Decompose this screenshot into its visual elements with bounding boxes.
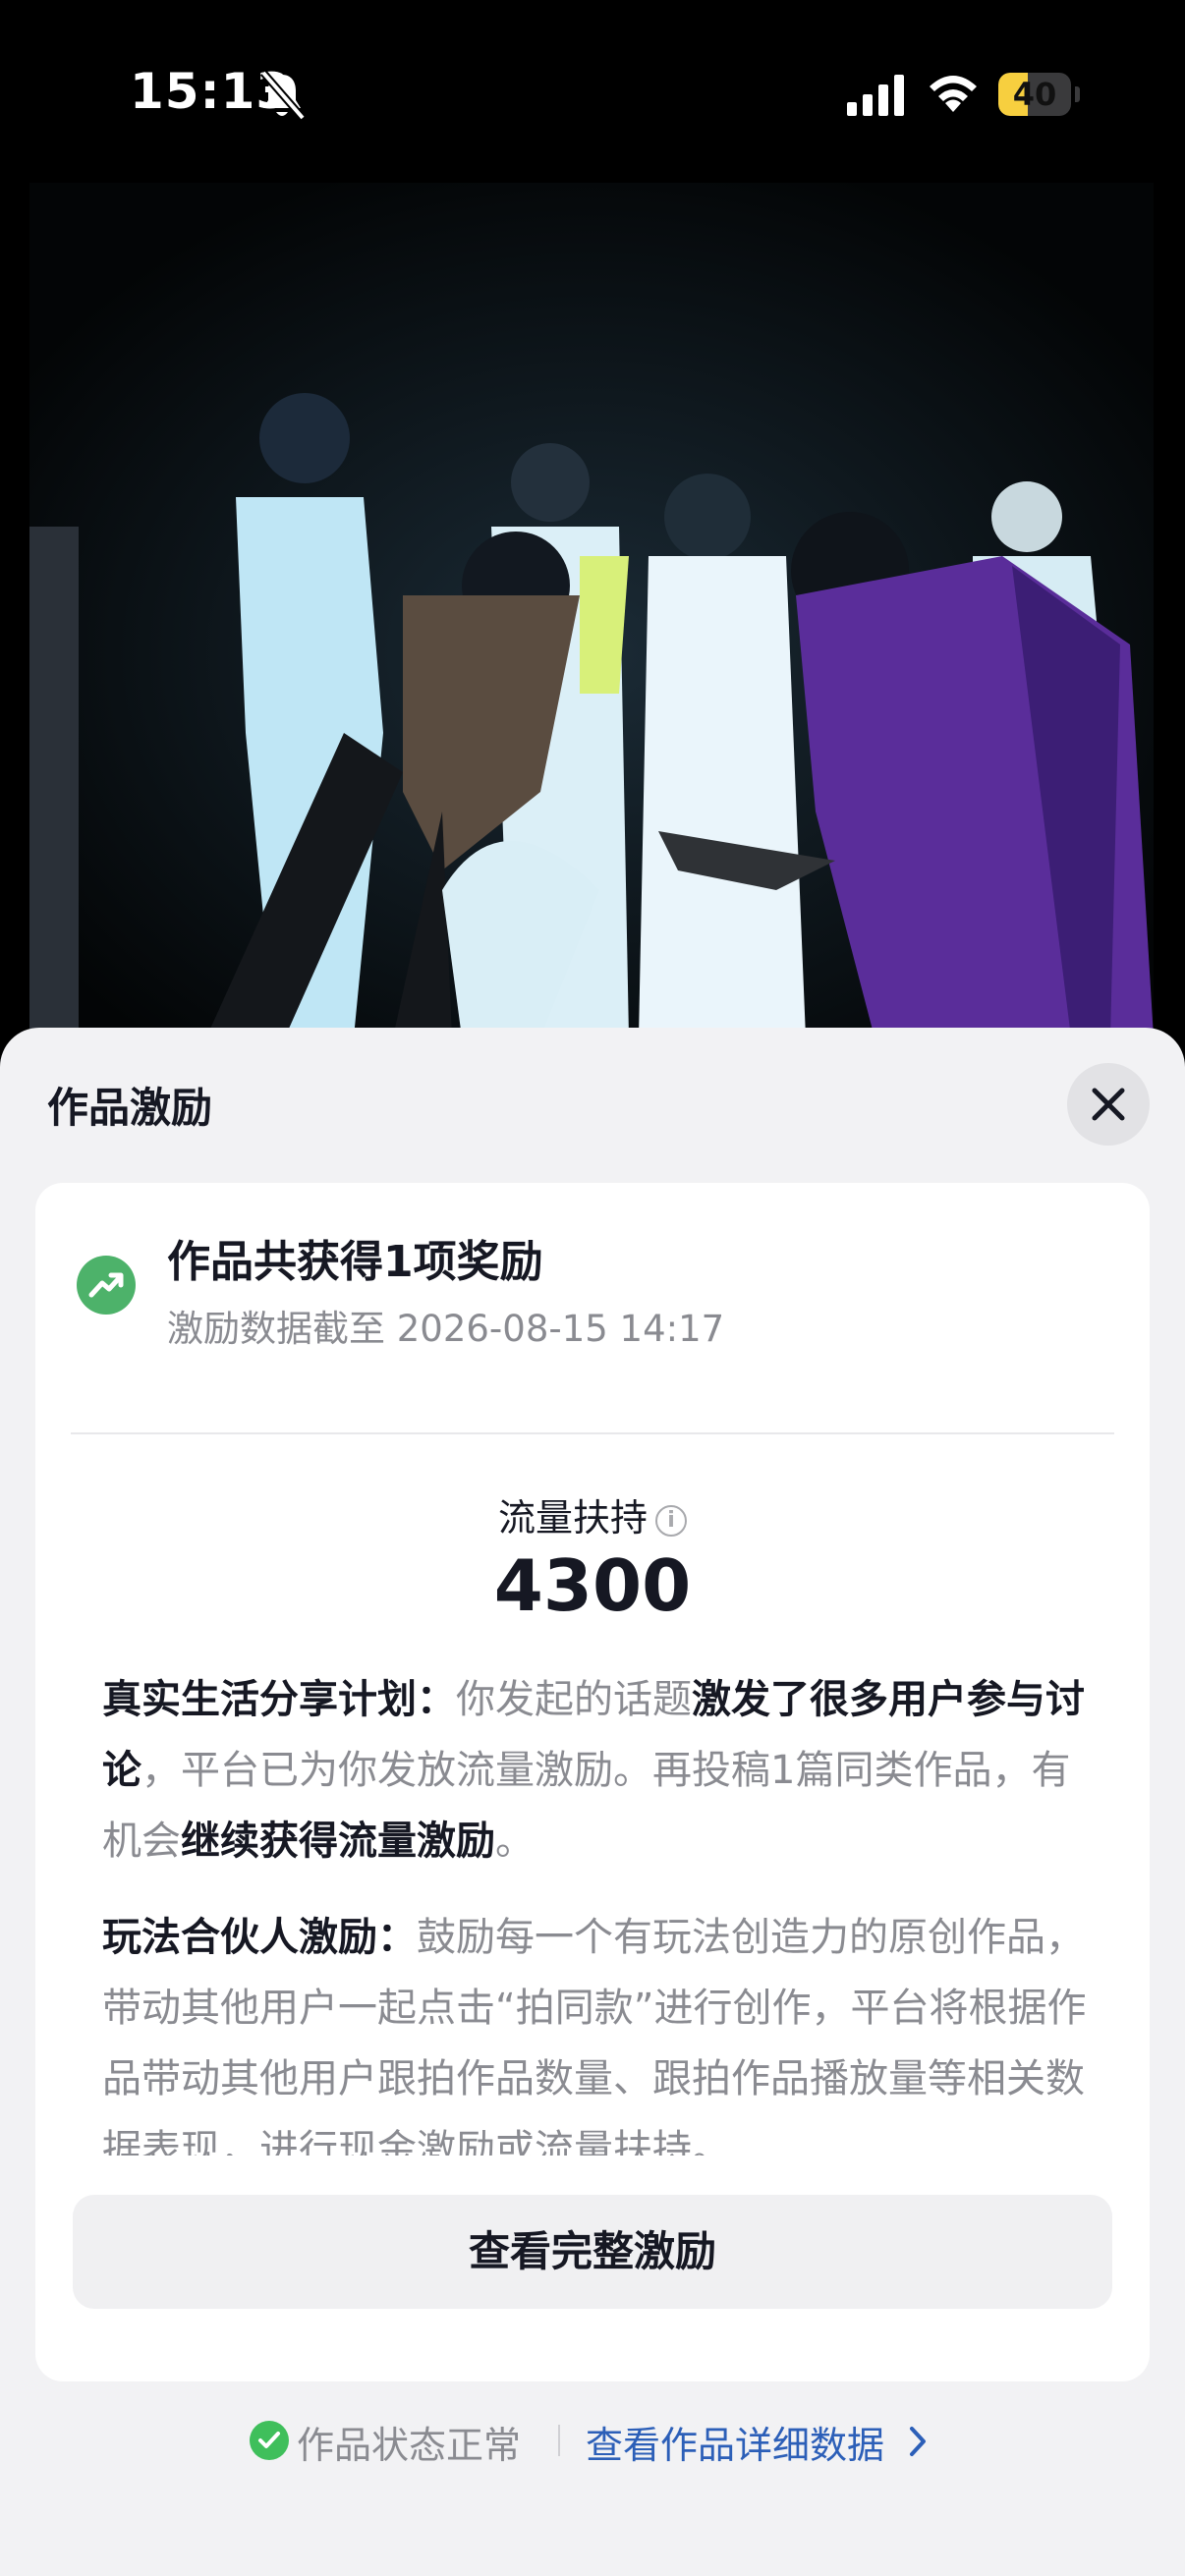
check-circle-icon: [250, 2421, 289, 2460]
traffic-support-value: 4300: [493, 1544, 692, 1627]
metric-label-text: 流量扶持: [497, 1496, 648, 1540]
list-item: • 真实生活分享计划：你发起的话题激发了很多用户参与讨论，平台已为你发放流量激励…: [102, 1664, 1100, 1876]
item-name: 玩法合伙人激励：: [102, 1915, 417, 1960]
list-item: • 玩法合伙人激励：鼓励每一个有玩法创造力的原创作品，带动其他用户一起点击“拍同…: [102, 1902, 1100, 2156]
reward-summary-title: 作品共获得1项奖励: [167, 1237, 543, 1287]
item-text: 你发起的话题: [456, 1677, 692, 1722]
reward-description-list: • 真实生活分享计划：你发起的话题激发了很多用户参与讨论，平台已为你发放流量激励…: [102, 1664, 1100, 2156]
work-status-text: 作品状态正常: [297, 2424, 522, 2467]
battery-icon: 40: [998, 73, 1080, 116]
item-text: 。: [495, 1819, 535, 1864]
sheet-title: 作品激励: [47, 1084, 213, 1132]
info-icon[interactable]: i: [655, 1504, 687, 1537]
view-full-rewards-button[interactable]: 查看完整激励: [73, 2195, 1112, 2309]
video-frame-image: [29, 183, 1154, 1037]
cellular-signal-icon: [847, 75, 904, 116]
video-player[interactable]: [29, 183, 1154, 1037]
wifi-icon: [930, 76, 977, 112]
traffic-support-label: 流量扶持 i: [35, 1487, 1150, 1541]
reward-bottom-sheet: 作品激励 作品共获得1项奖励 激励数据截至 2026-08-15 14:17 流…: [0, 1028, 1185, 2576]
status-bar: 15:13 40: [0, 0, 1185, 187]
trend-up-icon: [77, 1256, 136, 1315]
close-button[interactable]: [1067, 1063, 1150, 1146]
footer-status-bar: 作品状态正常 查看作品详细数据: [0, 2401, 1185, 2480]
battery-level: 40: [1012, 76, 1057, 113]
divider: [558, 2425, 560, 2456]
reward-card: 作品共获得1项奖励 激励数据截至 2026-08-15 14:17 流量扶持 i …: [35, 1183, 1150, 2381]
view-full-rewards-label: 查看完整激励: [468, 2227, 716, 2275]
divider: [71, 1432, 1114, 1434]
reward-data-timestamp: 激励数据截至 2026-08-15 14:17: [167, 1308, 725, 1350]
close-icon: [1092, 1088, 1125, 1121]
view-detail-data-link[interactable]: 查看作品详细数据: [586, 2415, 884, 2469]
item-name: 真实生活分享计划：: [102, 1677, 456, 1722]
bell-slash-icon: [259, 70, 307, 121]
chevron-right-icon[interactable]: [908, 2425, 928, 2458]
item-highlight: 继续获得流量激励: [181, 1819, 495, 1864]
